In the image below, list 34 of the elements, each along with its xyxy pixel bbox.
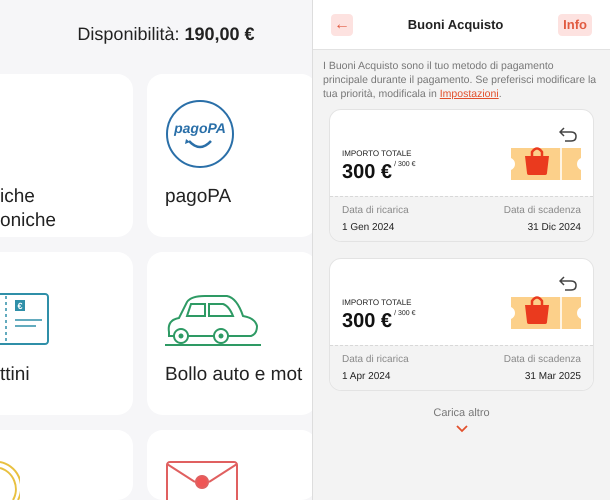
expiry-label: Data di scadenza bbox=[504, 353, 581, 367]
chevron-down-icon bbox=[456, 424, 468, 432]
undo-icon[interactable] bbox=[559, 126, 577, 142]
page-title: Buoni Acquisto bbox=[408, 16, 504, 34]
amount-label: IMPORTO TOTALE bbox=[342, 148, 412, 160]
ticket-icon: € bbox=[0, 292, 50, 347]
undo-icon[interactable] bbox=[559, 275, 577, 291]
intro-text: I Buoni Acquisto sono il tuo metodo di pagamento principale durante il pagamento. Se preferisci modificare la tua priorità, modificala in Impostazioni. bbox=[322, 59, 598, 102]
expiry-label: Data di scadenza bbox=[504, 204, 581, 218]
tile-label: Bollo auto e mot bbox=[165, 363, 304, 387]
recharge-label: Data di ricarica bbox=[342, 353, 409, 367]
tile-label: ttini bbox=[0, 363, 30, 387]
service-tile[interactable]: Bollo auto e mot bbox=[147, 252, 312, 415]
tile-label: pagoPA bbox=[165, 185, 232, 209]
recharge-label: Data di ricarica bbox=[342, 204, 409, 218]
recharge-date: 1 Gen 2024 bbox=[342, 221, 396, 235]
coin-icon bbox=[0, 460, 20, 500]
car-icon bbox=[165, 292, 261, 347]
tile-label: iche oniche bbox=[0, 185, 56, 233]
amount-label: IMPORTO TOTALE bbox=[342, 297, 412, 309]
service-tile[interactable]: iche oniche bbox=[0, 74, 133, 237]
service-tile[interactable] bbox=[0, 430, 133, 500]
load-more-button[interactable]: Carica altro bbox=[433, 405, 490, 432]
service-tile[interactable] bbox=[147, 430, 312, 500]
amount-value: 300 € bbox=[342, 309, 392, 333]
amount-value: 300 € bbox=[342, 160, 392, 184]
expiry-date: 31 Dic 2024 bbox=[528, 221, 581, 235]
balance-text: Disponibilità: 190,00 € bbox=[77, 22, 255, 46]
pagopa-logo: pagoPA bbox=[165, 99, 235, 169]
envelope-icon bbox=[165, 460, 239, 500]
expiry-date: 31 Mar 2025 bbox=[524, 370, 581, 384]
service-tile[interactable]: € ttini bbox=[0, 252, 133, 415]
recharge-date: 1 Apr 2024 bbox=[342, 370, 392, 384]
service-tile[interactable]: pagoPA pagoPA bbox=[147, 74, 312, 237]
